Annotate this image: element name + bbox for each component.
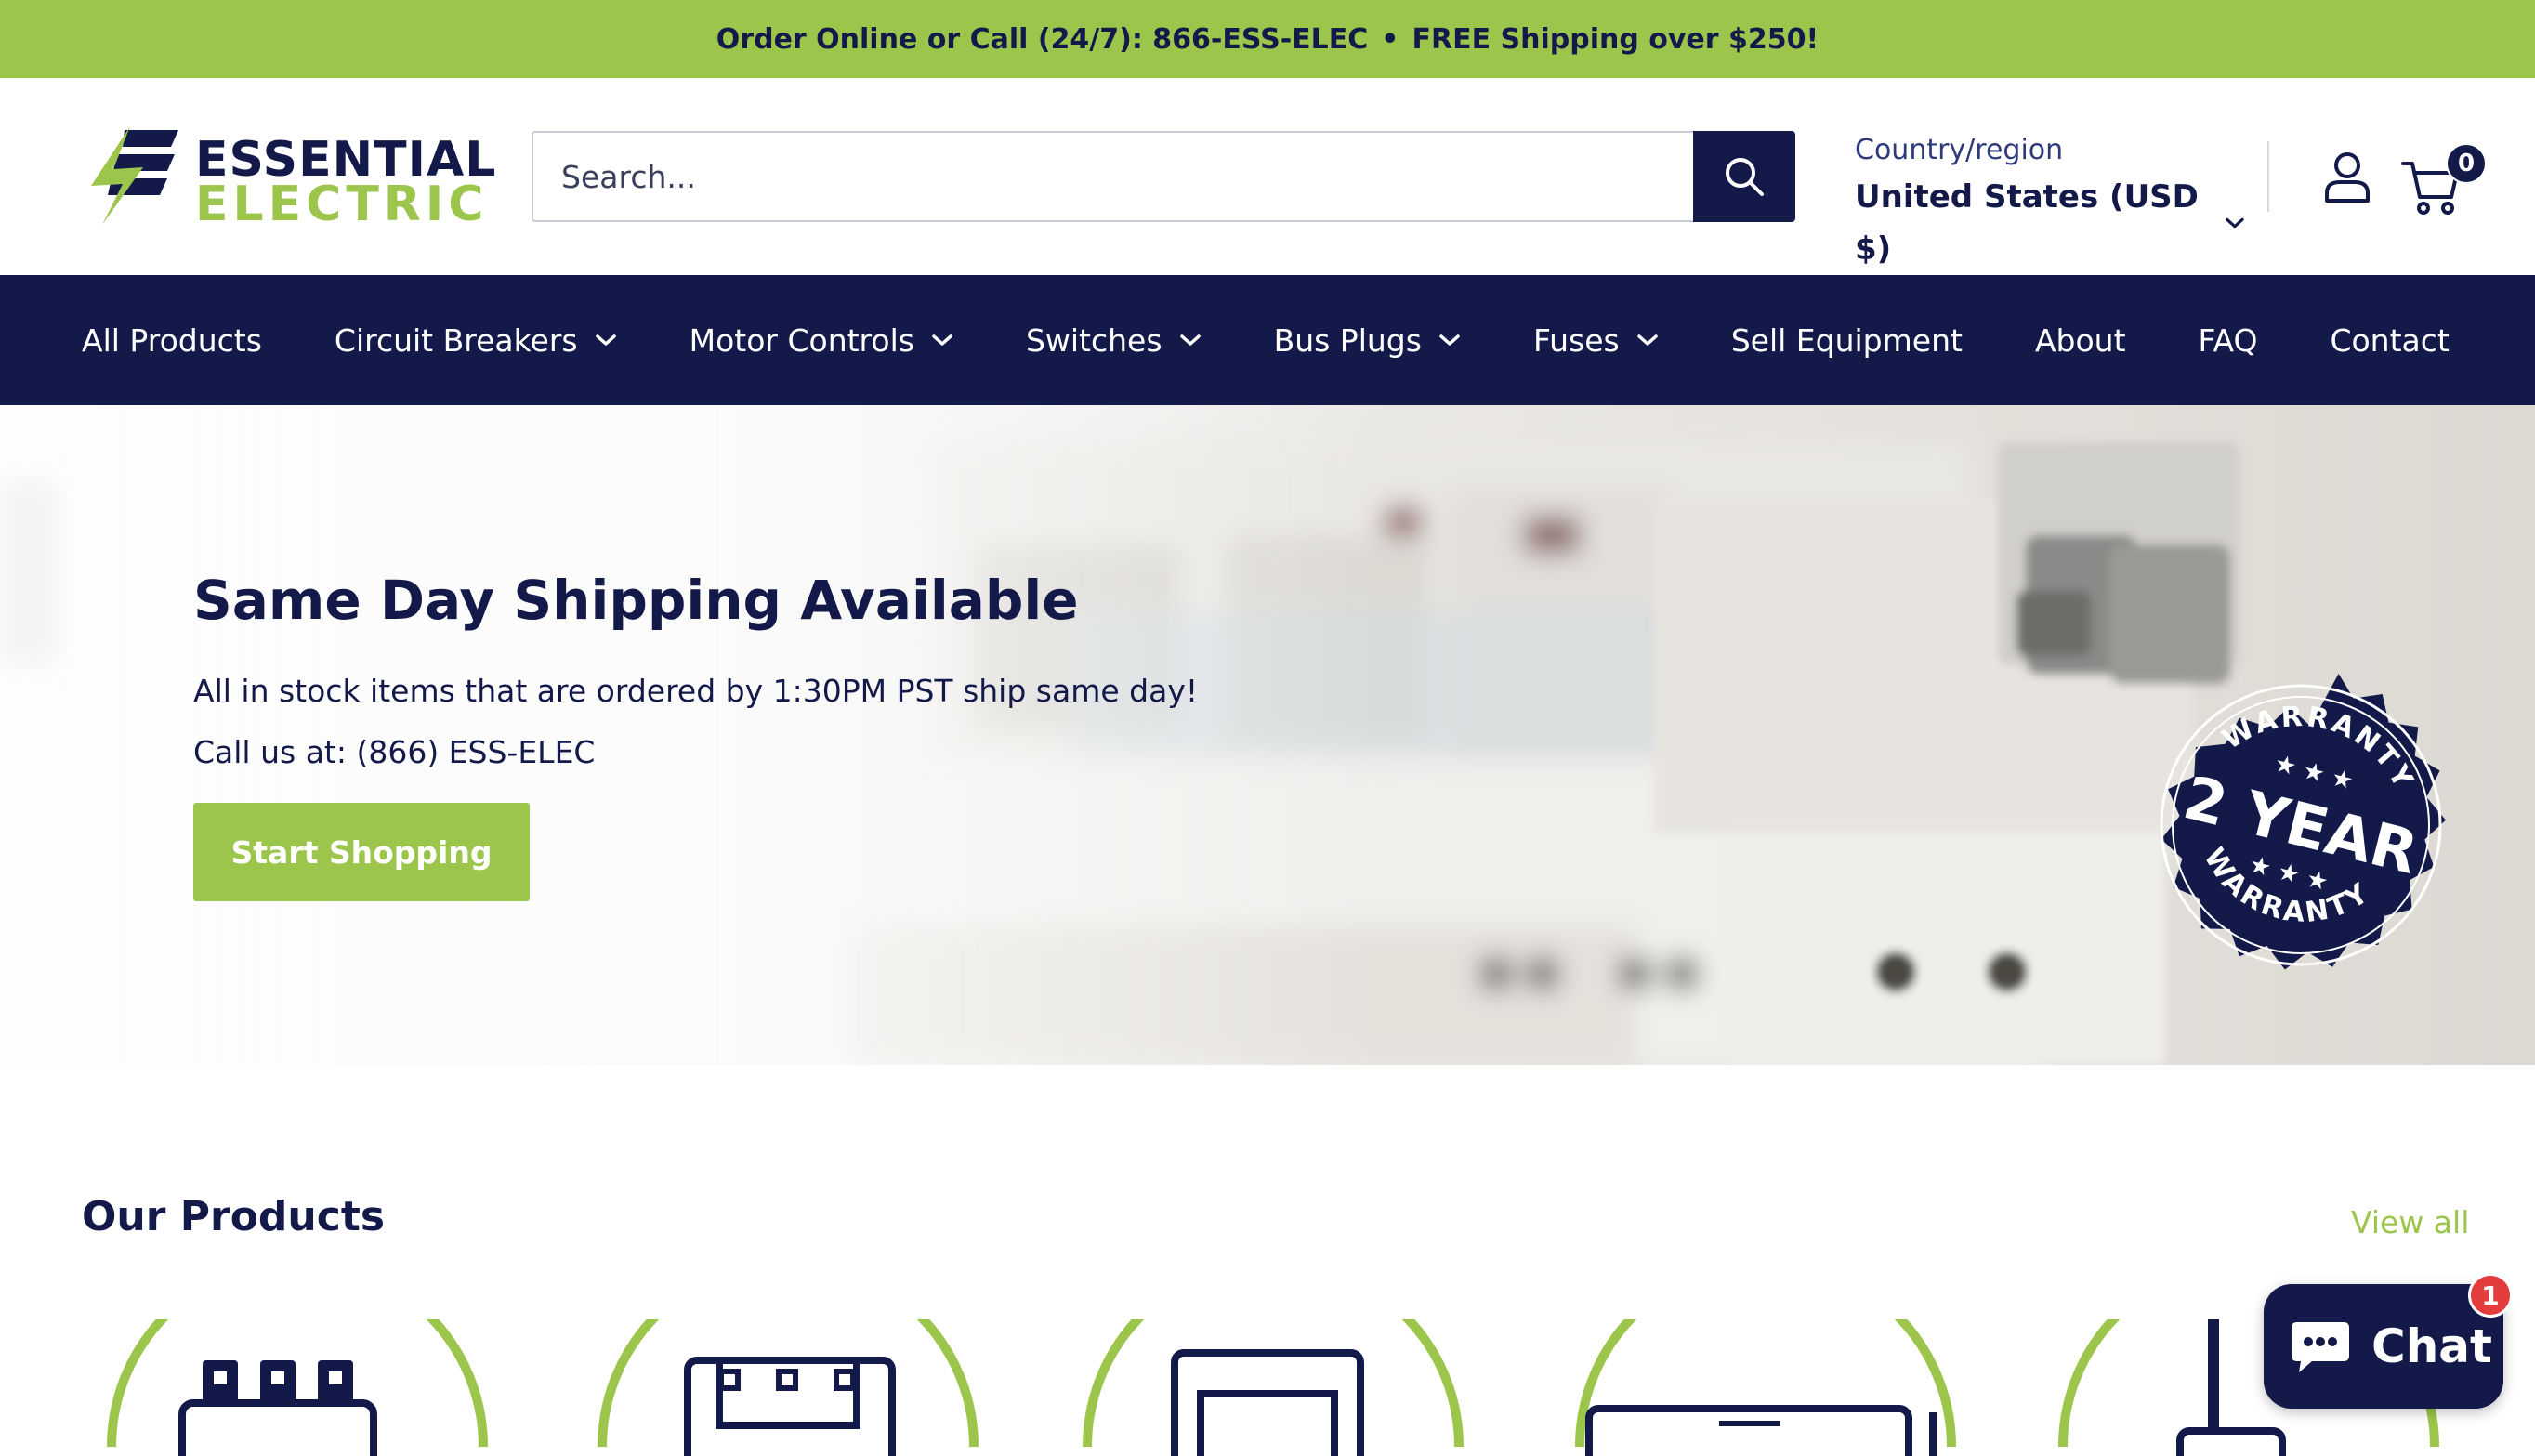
nav-item-label: Contact bbox=[2330, 321, 2450, 359]
view-all-link[interactable]: View all bbox=[2351, 1204, 2469, 1240]
country-value-text: United States (USD $) bbox=[1855, 178, 2199, 268]
chevron-down-icon bbox=[2226, 217, 2244, 229]
country-label: Country/region bbox=[1855, 134, 2064, 166]
announcement-phone-text: Order Online or Call (24/7): 866-ESS-ELE… bbox=[716, 22, 1369, 56]
nav-item-label: Circuit Breakers bbox=[334, 321, 578, 359]
chat-notification-badge: 1 bbox=[2468, 1273, 2513, 1318]
chat-label: Chat bbox=[2371, 1319, 2492, 1373]
cart-button[interactable]: 0 bbox=[2399, 143, 2487, 217]
chevron-down-icon bbox=[1439, 334, 1460, 346]
logo-text-electric: ELECTRIC bbox=[195, 177, 489, 232]
brand-logo[interactable]: ESSENTIAL ELECTRIC bbox=[85, 126, 495, 230]
announcement-separator: • bbox=[1381, 22, 1399, 56]
switch-icon bbox=[1083, 1319, 1464, 1456]
announcement-shipping-text: FREE Shipping over $250! bbox=[1412, 22, 1819, 56]
start-shopping-button[interactable]: Start Shopping bbox=[193, 803, 530, 901]
search-input[interactable] bbox=[532, 131, 1695, 222]
nav-item-contact[interactable]: Contact bbox=[2330, 322, 2449, 359]
product-category-bus-plugs[interactable] bbox=[1561, 1319, 1970, 1456]
search-bar bbox=[532, 131, 1795, 222]
nav-item-label: Fuses bbox=[1532, 321, 1620, 359]
nav-item-bus-plugs[interactable]: Bus Plugs bbox=[1274, 322, 1461, 359]
nav-item-label: Sell Equipment bbox=[1730, 321, 1963, 359]
chevron-down-icon bbox=[1179, 334, 1201, 346]
country-value[interactable]: United States (USD $) bbox=[1855, 171, 2245, 275]
nav-item-motor-controls[interactable]: Motor Controls bbox=[690, 322, 953, 359]
nav-item-all-products[interactable]: All Products bbox=[82, 322, 262, 359]
nav-item-label: Switches bbox=[1025, 321, 1162, 359]
nav-item-label: Bus Plugs bbox=[1273, 321, 1422, 359]
cart-count-badge: 0 bbox=[2446, 143, 2487, 184]
chat-bubble-icon bbox=[2292, 1322, 2349, 1372]
chevron-down-icon bbox=[932, 334, 952, 346]
chevron-down-icon bbox=[595, 334, 616, 346]
chevron-down-icon bbox=[1636, 334, 1658, 346]
nav-item-label: All Products bbox=[82, 321, 262, 359]
nav-item-label: Motor Controls bbox=[689, 321, 914, 359]
site-header: ESSENTIAL ELECTRIC Country/region United… bbox=[0, 78, 2535, 275]
nav-item-label: About bbox=[2034, 321, 2126, 359]
nav-item-switches[interactable]: Switches bbox=[1026, 322, 1202, 359]
warranty-seal: WARRANTY WARRANTY 2 YEAR ★ ★ ★ ★ ★ ★ bbox=[2160, 673, 2446, 970]
nav-item-about[interactable]: About bbox=[2035, 322, 2126, 359]
nav-item-label: FAQ bbox=[2198, 321, 2258, 359]
header-divider bbox=[2267, 141, 2269, 212]
user-icon bbox=[2325, 152, 2370, 203]
hero-phone-text: Call us at: (866) ESS-ELEC bbox=[193, 734, 596, 770]
announcement-bar: Order Online or Call (24/7): 866-ESS-ELE… bbox=[0, 0, 2535, 78]
hero-title: Same Day Shipping Available bbox=[193, 569, 1079, 632]
search-button[interactable] bbox=[1693, 131, 1795, 222]
nav-item-circuit-breakers[interactable]: Circuit Breakers bbox=[335, 322, 617, 359]
hero-shipping-text: All in stock items that are ordered by 1… bbox=[193, 673, 1199, 709]
motor-control-icon bbox=[598, 1319, 979, 1456]
nav-item-fuses[interactable]: Fuses bbox=[1533, 322, 1659, 359]
circuit-breaker-icon bbox=[107, 1319, 488, 1456]
nav-item-sell-equipment[interactable]: Sell Equipment bbox=[1731, 322, 1963, 359]
product-category-motor-controls[interactable] bbox=[584, 1319, 992, 1456]
product-category-switches[interactable] bbox=[1069, 1319, 1478, 1456]
country-selector[interactable]: Country/region United States (USD $) bbox=[1855, 130, 2245, 268]
chat-button[interactable]: Chat 1 bbox=[2264, 1273, 2513, 1409]
main-nav: All Products Circuit Breakers Motor Cont… bbox=[0, 275, 2535, 405]
search-icon bbox=[1726, 158, 1764, 196]
nav-item-faq[interactable]: FAQ bbox=[2199, 322, 2258, 359]
products-section-title: Our Products bbox=[82, 1193, 386, 1240]
product-category-circuit-breakers[interactable] bbox=[93, 1319, 502, 1456]
logo-bolt-icon bbox=[91, 126, 178, 225]
bus-plug-icon bbox=[1575, 1319, 1956, 1456]
account-button[interactable] bbox=[2321, 151, 2373, 204]
hero-banner: Same Day Shipping Available All in stock… bbox=[0, 405, 2535, 1065]
